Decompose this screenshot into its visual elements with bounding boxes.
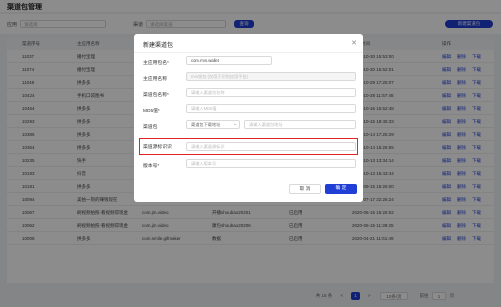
create-channel-package-dialog: 新建渠道包 ✕ 主应用包名* com.rrvs.wallet 主应用名称 rrv… — [134, 34, 363, 202]
cancel-button[interactable]: 取 消 — [289, 184, 321, 194]
md5-label: MD5值* — [143, 109, 160, 114]
channel-package-name-label: 渠道包名称* — [143, 93, 169, 98]
version-input[interactable]: 请输入版本号 — [186, 159, 356, 168]
channel-label: 渠道包 — [143, 125, 158, 130]
channel-source-select[interactable]: 渠道包下载地址 — [186, 120, 240, 129]
chevron-down-icon: ⌄ — [233, 121, 238, 127]
channel-id-label: 渠道源标识识 — [143, 145, 172, 150]
channel-url-input[interactable]: 请输入渠道包地址 — [244, 120, 356, 129]
dialog-title: 新建渠道包 — [143, 43, 174, 49]
channel-package-name-input[interactable]: 请输入渠道包名称 — [186, 88, 356, 97]
close-icon[interactable]: ✕ — [351, 39, 357, 47]
main-app-name-input[interactable]: rrvs钱包 (仅用于识别应用平台) — [186, 72, 356, 81]
version-label: 版本号* — [143, 164, 160, 169]
dialog-divider — [134, 52, 363, 53]
main-app-select[interactable]: com.rrvs.wallet — [186, 56, 272, 65]
md5-input[interactable]: 请输入MD5值 — [186, 104, 356, 113]
confirm-button[interactable]: 确 定 — [325, 184, 357, 194]
main-app-name-label: 主应用名称 — [143, 77, 167, 82]
main-app-label: 主应用包名* — [143, 61, 169, 66]
channel-id-input[interactable]: 请输入渠道源标识 — [186, 142, 356, 151]
